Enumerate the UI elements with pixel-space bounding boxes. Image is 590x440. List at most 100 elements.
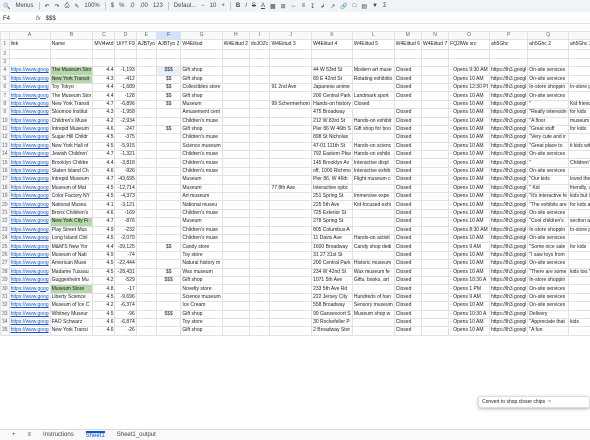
- cell[interactable]: Museum Store: [49, 284, 94, 294]
- row-number[interactable]: 7: [0, 91, 10, 101]
- cell[interactable]: 4.1: [92, 200, 116, 210]
- cell[interactable]: [420, 267, 450, 277]
- cell[interactable]: [351, 57, 395, 68]
- cell[interactable]: [269, 124, 313, 135]
- cell[interactable]: https://www.goog: [8, 116, 51, 126]
- bold-icon[interactable]: B: [236, 3, 240, 9]
- cell[interactable]: · Opens 12:30 PI: [448, 82, 490, 93]
- cell[interactable]: Closed: [393, 301, 422, 311]
- cell[interactable]: · Opens 10 AM: [448, 175, 490, 185]
- cell[interactable]: In-store shoppin: [527, 82, 570, 93]
- row-number[interactable]: 25: [0, 242, 10, 252]
- cell[interactable]: [221, 150, 250, 160]
- cell[interactable]: [180, 49, 223, 59]
- row-number[interactable]: 11: [0, 124, 10, 135]
- cell[interactable]: https://lh3.googl: [488, 267, 529, 277]
- undo-icon[interactable]: ↶: [45, 3, 50, 10]
- cell[interactable]: [269, 192, 313, 202]
- cell[interactable]: [420, 108, 450, 118]
- cell[interactable]: https://www.goog: [8, 82, 51, 93]
- cell[interactable]: [135, 217, 157, 227]
- cell[interactable]: https://lh3.googl: [488, 82, 529, 93]
- cell[interactable]: [351, 108, 395, 118]
- smart-chip-suggestion[interactable]: Convert to shop closer chips ×: [478, 396, 590, 408]
- cell[interactable]: "A fun: [527, 326, 570, 336]
- cell[interactable]: [568, 150, 590, 160]
- cell[interactable]: [420, 233, 450, 244]
- cell[interactable]: [135, 208, 157, 219]
- cell[interactable]: [135, 225, 157, 236]
- cell[interactable]: [221, 317, 250, 328]
- cell[interactable]: [248, 133, 271, 143]
- cell[interactable]: W4Eiitud 4: [311, 39, 353, 51]
- row-number[interactable]: 34: [0, 317, 10, 328]
- cell[interactable]: Jewish Children': [49, 150, 94, 160]
- cell[interactable]: 4.5: [92, 141, 116, 152]
- cell[interactable]: · Opens 10 AM: [448, 317, 490, 328]
- cell[interactable]: [221, 124, 250, 135]
- cell[interactable]: https://www.goog: [8, 208, 51, 219]
- cell[interactable]: ah5Ghc 3: [568, 39, 590, 51]
- cell[interactable]: 11 Davis Ave: [311, 233, 353, 244]
- cell[interactable]: 4.4: [92, 242, 116, 252]
- cell[interactable]: [269, 200, 313, 210]
- cell[interactable]: Gift shop: [180, 74, 223, 84]
- cell[interactable]: Closed: [393, 66, 422, 76]
- cell[interactable]: [420, 200, 450, 210]
- cell[interactable]: [269, 133, 313, 143]
- cell[interactable]: On-site services: [527, 259, 570, 269]
- cell[interactable]: doJOZc: [248, 39, 271, 51]
- cell[interactable]: "The exhibits are: [527, 200, 570, 210]
- cell[interactable]: [269, 225, 313, 236]
- cell[interactable]: 4.8: [92, 284, 116, 294]
- row-number[interactable]: 1: [0, 39, 10, 51]
- cell[interactable]: for kids as well as adu: [568, 200, 590, 210]
- cell[interactable]: 4.4: [92, 66, 116, 76]
- cell[interactable]: New York Hall of: [49, 141, 94, 152]
- all-sheets-icon[interactable]: ≡: [28, 432, 32, 438]
- row-number[interactable]: 4: [0, 66, 10, 76]
- cell[interactable]: https://www.goog: [8, 225, 51, 236]
- row-number[interactable]: 19: [0, 192, 10, 202]
- cell[interactable]: 4.5: [92, 133, 116, 143]
- cell[interactable]: [420, 158, 450, 168]
- zoom-select[interactable]: 100%: [84, 3, 99, 9]
- cell[interactable]: for kids: [568, 242, 590, 252]
- column-header[interactable]: L: [351, 31, 395, 41]
- cell[interactable]: -1,193: [114, 66, 137, 76]
- cell[interactable]: 898 St Nicholas: [311, 133, 353, 143]
- cell[interactable]: -39,125: [114, 242, 137, 252]
- cell[interactable]: [248, 233, 271, 244]
- cell[interactable]: [269, 301, 313, 311]
- cell[interactable]: W4Eiitud 6: [393, 39, 422, 51]
- cell[interactable]: Hundreds of han: [351, 292, 395, 303]
- cell[interactable]: [568, 233, 590, 244]
- cell[interactable]: Museum: [180, 175, 223, 185]
- strikethrough-icon[interactable]: S: [252, 3, 256, 9]
- row-number[interactable]: 13: [0, 141, 10, 152]
- cell[interactable]: [221, 309, 250, 319]
- cell[interactable]: -529: [114, 275, 137, 286]
- cell[interactable]: [420, 309, 450, 319]
- cell[interactable]: [248, 116, 271, 126]
- cell[interactable]: · Opens 10 AM: [448, 301, 490, 311]
- cell[interactable]: [221, 267, 250, 277]
- cell[interactable]: [269, 317, 313, 328]
- cell[interactable]: Museum of Mat: [49, 183, 94, 194]
- cell[interactable]: 4.5: [92, 192, 116, 202]
- font-size-increase-icon[interactable]: +: [221, 3, 225, 9]
- cell[interactable]: [155, 116, 182, 126]
- column-header[interactable]: Q: [527, 31, 570, 41]
- cell[interactable]: · Opens 9 AM: [448, 292, 490, 303]
- cell[interactable]: Closed: [393, 233, 422, 244]
- cell[interactable]: 44 W 53rd St: [311, 66, 353, 76]
- cell[interactable]: On-site services: [527, 233, 570, 244]
- cell[interactable]: [155, 192, 182, 202]
- cell[interactable]: 4.7: [92, 175, 116, 185]
- cell[interactable]: -17: [114, 284, 137, 294]
- cell[interactable]: [568, 284, 590, 294]
- cell[interactable]: 4.7: [92, 99, 116, 110]
- cell[interactable]: Museum shop w: [351, 309, 395, 319]
- cell[interactable]: museum with somethi: [568, 116, 590, 126]
- cell[interactable]: [180, 57, 223, 68]
